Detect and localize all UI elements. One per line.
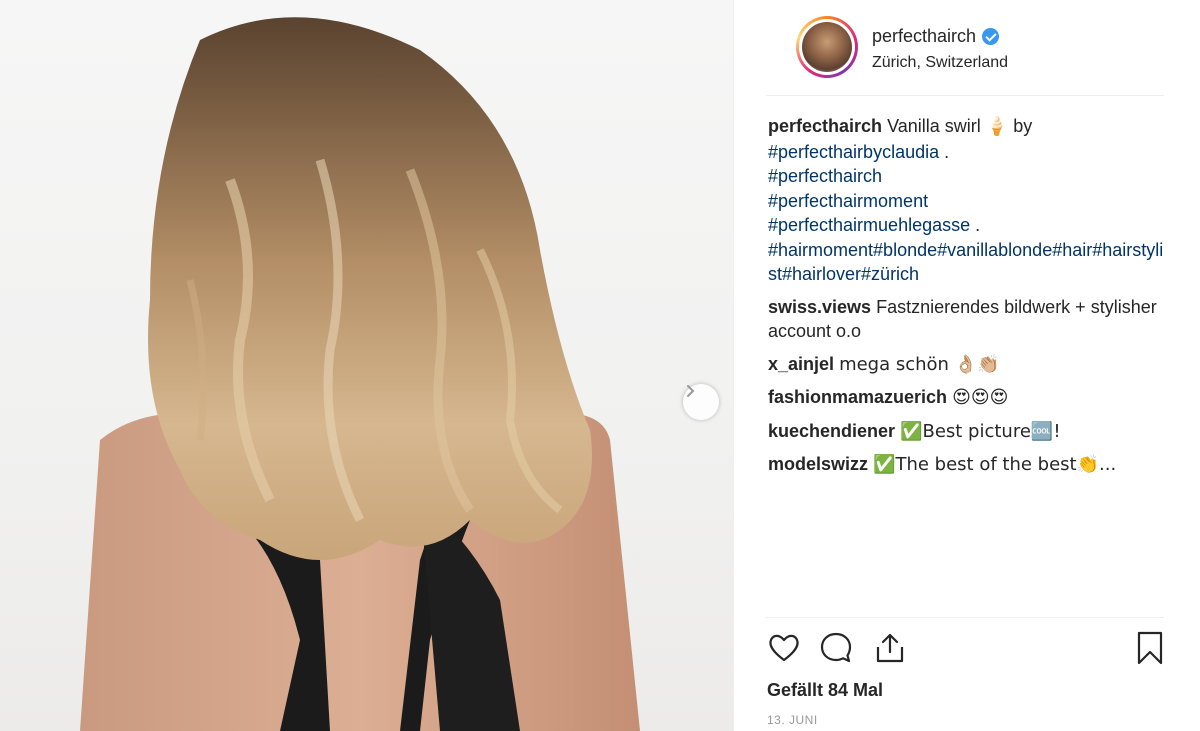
comment-item: swiss.views Fastznierendes bildwerk + st… bbox=[768, 295, 1164, 344]
heart-icon[interactable] bbox=[766, 630, 802, 666]
location-link[interactable]: Zürich, Switzerland bbox=[872, 54, 1008, 72]
hashtag-links-group[interactable]: #hairmoment#blonde#vanillablonde#hair#ha… bbox=[768, 238, 1164, 287]
caption-username[interactable]: perfecthairch bbox=[768, 116, 882, 136]
divider bbox=[766, 617, 1164, 618]
comment-item: kuechendiener ✅Best picture🆒! bbox=[768, 419, 1164, 445]
caption-punct: . bbox=[939, 141, 950, 162]
bookmark-icon[interactable] bbox=[1132, 630, 1168, 666]
next-image-button[interactable] bbox=[683, 384, 719, 420]
hashtag-link[interactable]: #perfecthairmoment bbox=[768, 191, 928, 211]
caption: perfecthairch Vanilla swirl 🍦 by #perfec… bbox=[768, 114, 1164, 287]
comment-item: fashionmamazuerich 😍😍😍 bbox=[768, 385, 1164, 411]
comment-username[interactable]: x_ainjel bbox=[768, 354, 834, 374]
comment-username[interactable]: kuechendiener bbox=[768, 421, 895, 441]
likes-count[interactable]: Gefällt 84 Mal bbox=[767, 680, 883, 701]
post-date[interactable]: 13. JUNI bbox=[767, 713, 818, 727]
comment-bubble-icon[interactable] bbox=[818, 630, 854, 666]
share-icon[interactable] bbox=[872, 630, 908, 666]
caption-punct: . bbox=[970, 215, 981, 235]
comments-list: perfecthairch Vanilla swirl 🍦 by #perfec… bbox=[768, 114, 1164, 486]
comment-username[interactable]: modelswizz bbox=[768, 454, 868, 474]
verified-badge-icon bbox=[982, 28, 1000, 45]
comment-text: 😍😍😍 bbox=[952, 387, 1009, 408]
comment-text: ✅Best picture🆒! bbox=[900, 420, 1061, 442]
comment-username[interactable]: swiss.views bbox=[768, 297, 871, 317]
comment-item: modelswizz ✅The best of the best👏... bbox=[768, 452, 1164, 478]
hashtag-link[interactable]: #perfecthairmuehlegasse bbox=[768, 215, 970, 235]
post-details-panel: perfecthairch Zürich, Switzerland perfec… bbox=[733, 0, 1200, 731]
hashtag-link[interactable]: #perfecthairch bbox=[768, 166, 882, 186]
comment-item: x_ainjel mega schön 👌🏼👏🏼 bbox=[768, 352, 1164, 378]
header-username[interactable]: perfecthairch bbox=[872, 26, 1000, 47]
comment-username[interactable]: fashionmamazuerich bbox=[768, 387, 947, 407]
avatar[interactable] bbox=[796, 16, 858, 78]
post-image[interactable] bbox=[0, 0, 733, 731]
caption-by: by bbox=[1013, 116, 1033, 136]
comment-text: ✅The best of the best👏... bbox=[873, 454, 1117, 475]
caption-text: Vanilla swirl bbox=[887, 116, 981, 136]
caption-emoji: 🍦 bbox=[985, 116, 1009, 137]
header-username-text[interactable]: perfecthairch bbox=[872, 26, 976, 47]
hashtag-link[interactable]: #perfecthairbyclaudia bbox=[768, 142, 939, 162]
chevron-right-icon bbox=[687, 385, 695, 397]
post-photo bbox=[80, 17, 640, 731]
post-header: perfecthairch Zürich, Switzerland bbox=[766, 8, 1164, 96]
action-bar bbox=[766, 630, 1178, 670]
comment-text: mega schön 👌🏼👏🏼 bbox=[839, 353, 1000, 375]
